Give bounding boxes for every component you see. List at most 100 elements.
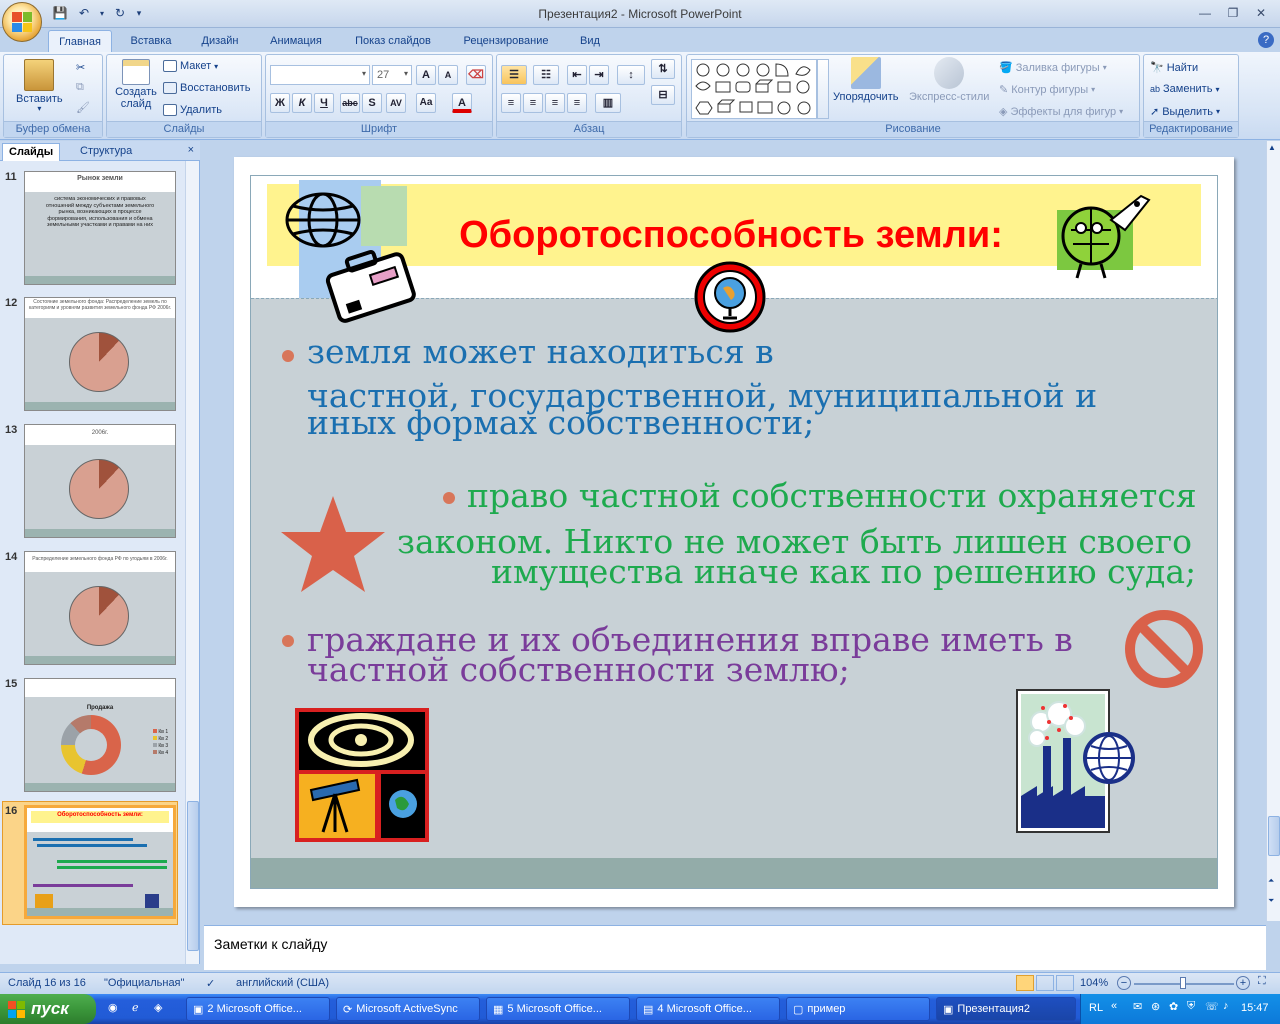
reset-button[interactable]: Восстановить bbox=[163, 82, 250, 94]
align-left-icon[interactable]: ≡ bbox=[501, 93, 521, 113]
underline-icon[interactable]: Ч bbox=[314, 93, 334, 113]
shapes-gallery[interactable] bbox=[691, 59, 817, 119]
justify-icon[interactable]: ≡ bbox=[567, 93, 587, 113]
quicklaunch-icon[interactable]: ◈ bbox=[154, 1001, 162, 1014]
fit-to-window-icon[interactable]: ⛶ bbox=[1258, 975, 1266, 988]
shape-outline-button[interactable]: ✎ Контур фигуры ▾ bbox=[999, 83, 1095, 97]
prev-slide-icon[interactable]: ⏶ bbox=[1268, 876, 1274, 886]
char-spacing-icon[interactable]: AV bbox=[386, 93, 406, 113]
delete-slide-button[interactable]: Удалить bbox=[163, 104, 222, 116]
format-painter-icon[interactable]: 🖌 bbox=[76, 101, 90, 114]
language-tray[interactable]: RL bbox=[1089, 1002, 1103, 1014]
slide-title[interactable]: Оборотоспособность земли: bbox=[431, 214, 1031, 257]
change-case-icon[interactable]: Aa bbox=[416, 93, 436, 113]
notes-pane[interactable]: Заметки к слайду bbox=[204, 925, 1266, 970]
grow-font-icon[interactable]: A bbox=[416, 65, 436, 85]
help-icon[interactable]: ? bbox=[1258, 32, 1274, 48]
shape-fill-button[interactable]: 🪣 Заливка фигуры ▾ bbox=[999, 61, 1107, 75]
mail-icon[interactable]: ✉ bbox=[1133, 1000, 1142, 1013]
shape-effects-button[interactable]: ◈ Эффекты для фигур ▾ bbox=[999, 105, 1123, 119]
cut-icon[interactable]: ✂ bbox=[76, 61, 85, 74]
clear-format-icon[interactable]: ⌫ bbox=[466, 65, 486, 85]
tab-slideshow[interactable]: Показ слайдов bbox=[344, 30, 442, 52]
find-button[interactable]: 🔭 Найти bbox=[1150, 61, 1198, 75]
theme-name[interactable]: "Официальная" bbox=[104, 977, 184, 989]
tab-view[interactable]: Вид bbox=[570, 30, 610, 52]
replace-button[interactable]: ab Заменить ▾ bbox=[1150, 83, 1219, 95]
shapes-gallery-scroll[interactable] bbox=[817, 59, 829, 119]
bullet-1-line-3[interactable]: иных формах собственности; bbox=[307, 406, 814, 440]
bullet-2-line-1[interactable]: право частной собственности охраняется bbox=[467, 476, 1197, 515]
spellcheck-icon[interactable]: ✓ bbox=[206, 977, 215, 990]
increase-indent-icon[interactable]: ⇥ bbox=[589, 65, 609, 85]
zoom-slider-thumb[interactable] bbox=[1180, 977, 1186, 989]
tab-slides[interactable]: Слайды bbox=[2, 143, 61, 161]
text-direction-icon[interactable]: ⇅ bbox=[651, 59, 675, 79]
strikethrough-icon[interactable]: abc bbox=[340, 93, 360, 113]
taskbar-item[interactable]: ▦ 5 Microsoft Office... bbox=[486, 997, 630, 1021]
columns-icon[interactable]: ▥ bbox=[595, 93, 621, 113]
paste-button[interactable]: Вставить ▾ bbox=[16, 59, 63, 113]
select-button[interactable]: ➚ Выделить ▾ bbox=[1150, 105, 1220, 119]
tab-animation[interactable]: Анимация bbox=[258, 30, 334, 52]
flower-icon[interactable]: ✿ bbox=[1169, 1000, 1178, 1013]
normal-view-icon[interactable] bbox=[1016, 975, 1034, 991]
taskbar-item[interactable]: ▣ 2 Microsoft Office... bbox=[186, 997, 330, 1021]
font-color-icon[interactable]: A bbox=[452, 93, 472, 113]
minimize-icon[interactable]: — bbox=[1192, 4, 1218, 22]
phone-icon[interactable]: ☏ bbox=[1205, 1000, 1219, 1013]
zoom-out-icon[interactable]: − bbox=[1117, 976, 1131, 990]
bullet-1-line-1[interactable]: земля может находиться в bbox=[307, 332, 774, 371]
language-indicator[interactable]: английский (США) bbox=[236, 977, 329, 989]
zoom-level[interactable]: 104% bbox=[1080, 977, 1108, 989]
vertical-scrollbar[interactable]: ▲ ⏶ ⏷ bbox=[1266, 141, 1280, 921]
quicklaunch-icon[interactable]: ◉ bbox=[108, 1001, 118, 1014]
scroll-up-icon[interactable]: ▲ bbox=[1268, 143, 1276, 152]
slide-sorter-icon[interactable] bbox=[1036, 975, 1054, 991]
restore-icon[interactable]: ❐ bbox=[1220, 4, 1246, 22]
tab-insert[interactable]: Вставка bbox=[120, 30, 182, 52]
italic-icon[interactable]: К bbox=[292, 93, 312, 113]
line-spacing-icon[interactable]: ↕ bbox=[617, 65, 645, 85]
tab-home[interactable]: Главная bbox=[48, 30, 112, 52]
quick-styles-button[interactable]: Экспресс-стили bbox=[909, 57, 989, 103]
tray-arrow-icon[interactable]: « bbox=[1111, 1000, 1117, 1012]
taskbar-item[interactable]: ▣ Презентация2 bbox=[936, 997, 1076, 1021]
bullets-icon[interactable]: ☰ bbox=[501, 65, 527, 85]
slideshow-view-icon[interactable] bbox=[1056, 975, 1074, 991]
align-center-icon[interactable]: ≡ bbox=[523, 93, 543, 113]
arrange-button[interactable]: Упорядочить bbox=[833, 57, 898, 103]
taskbar-item[interactable]: ⟳ Microsoft ActiveSync bbox=[336, 997, 480, 1021]
align-text-icon[interactable]: ⊟ bbox=[651, 85, 675, 105]
start-button[interactable]: пуск bbox=[0, 994, 96, 1024]
volume-icon[interactable]: ♪ bbox=[1223, 1000, 1229, 1012]
numbering-icon[interactable]: ☷ bbox=[533, 65, 559, 85]
tab-design[interactable]: Дизайн bbox=[190, 30, 250, 52]
zoom-in-icon[interactable]: + bbox=[1236, 976, 1250, 990]
shield-tray-icon[interactable]: ⛨ bbox=[1187, 1000, 1195, 1013]
bullet-2-line-3[interactable]: имущества иначе как по решению суда; bbox=[491, 552, 1196, 591]
font-size-box[interactable]: 27 ▾ bbox=[372, 65, 412, 85]
bold-icon[interactable]: Ж bbox=[270, 93, 290, 113]
layout-button[interactable]: Макет ▾ bbox=[163, 60, 218, 72]
binoculars-tray-icon[interactable]: ⊛ bbox=[1151, 1000, 1160, 1013]
slides-pane-scrollbar[interactable] bbox=[185, 161, 199, 964]
font-name-box[interactable]: ▾ bbox=[270, 65, 370, 85]
taskbar-item[interactable]: ▢ пример bbox=[786, 997, 930, 1021]
shadow-icon[interactable]: S bbox=[362, 93, 382, 113]
taskbar-item[interactable]: ▤ 4 Microsoft Office... bbox=[636, 997, 780, 1021]
tab-review[interactable]: Рецензирование bbox=[452, 30, 560, 52]
close-icon[interactable]: ✕ bbox=[1248, 4, 1274, 22]
copy-icon[interactable]: ⧉ bbox=[76, 81, 84, 94]
slides-pane-scroll-thumb[interactable] bbox=[187, 801, 199, 951]
shrink-font-icon[interactable]: A bbox=[438, 65, 458, 85]
new-slide-button[interactable]: Создать слайд bbox=[113, 59, 159, 110]
slide-canvas[interactable]: Оборотоспособность земли: земля может на… bbox=[234, 157, 1234, 907]
bullet-3-line-2[interactable]: частной собственности землю; bbox=[307, 650, 850, 689]
ie-icon[interactable]: ℯ bbox=[132, 1001, 139, 1014]
next-slide-icon[interactable]: ⏷ bbox=[1268, 896, 1274, 906]
align-right-icon[interactable]: ≡ bbox=[545, 93, 565, 113]
vertical-scroll-thumb[interactable] bbox=[1268, 816, 1280, 856]
close-pane-icon[interactable]: × bbox=[188, 144, 194, 156]
office-button[interactable] bbox=[2, 2, 42, 42]
